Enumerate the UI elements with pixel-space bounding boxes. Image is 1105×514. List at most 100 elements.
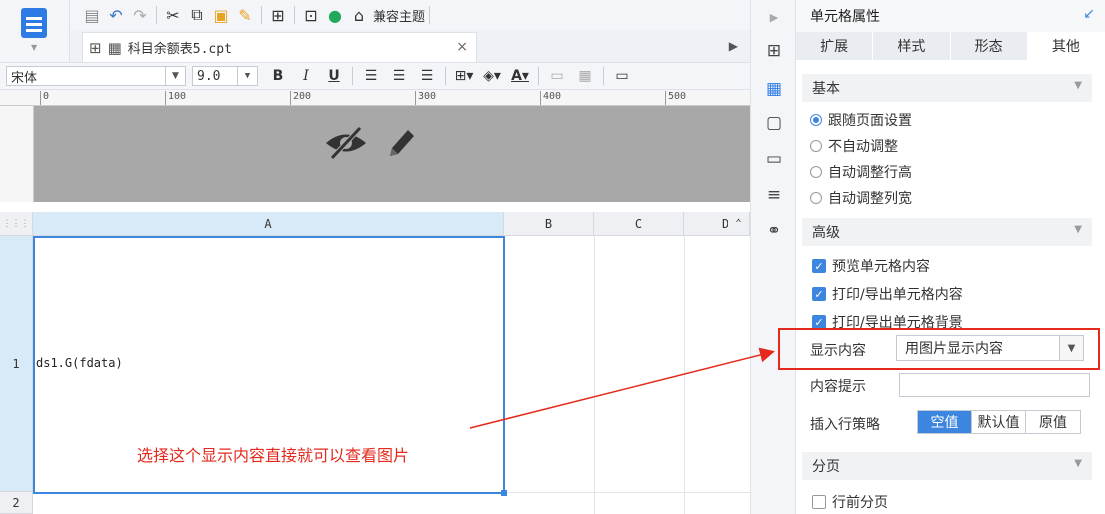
save-icon[interactable]: ▤ bbox=[80, 3, 104, 27]
radio-label: 自动调整列宽 bbox=[828, 191, 912, 207]
check-preview-content[interactable]: ✓ 预览单元格内容 bbox=[812, 256, 930, 276]
section-basic-title: 基本 bbox=[812, 81, 840, 97]
redo-icon[interactable]: ↷ bbox=[128, 3, 152, 27]
radio-label: 不自动调整 bbox=[828, 139, 898, 155]
row-header-1[interactable]: 1 bbox=[0, 236, 33, 492]
paste-icon[interactable]: ▣ bbox=[209, 3, 233, 27]
section-advanced-title: 高级 bbox=[812, 225, 840, 241]
dropdown-widget-icon[interactable]: ▭ bbox=[761, 146, 787, 172]
widget-icon[interactable]: ▢ bbox=[761, 110, 787, 136]
undo-icon[interactable]: ↶ bbox=[104, 3, 128, 27]
radio-auto-col-width[interactable]: 自动调整列宽 bbox=[810, 188, 912, 208]
theme-shirt-icon[interactable]: ⌂ bbox=[347, 3, 371, 27]
fill-color-icon[interactable]: ◈▾ bbox=[480, 65, 504, 87]
check-print-content[interactable]: ✓ 打印/导出单元格内容 bbox=[812, 284, 963, 304]
checkbox-checked-icon: ✓ bbox=[812, 287, 826, 301]
font-family-select[interactable]: 宋体 ▼ bbox=[6, 66, 186, 86]
text-box-icon[interactable]: ⊞ bbox=[266, 3, 290, 27]
tab-menu-icon[interactable]: ▶ bbox=[729, 39, 738, 53]
toolbar-divider bbox=[352, 67, 353, 85]
pin-icon[interactable]: ↙ bbox=[1083, 6, 1095, 22]
align-right-icon[interactable]: ☰ bbox=[415, 65, 439, 87]
align-left-icon[interactable]: ☰ bbox=[359, 65, 383, 87]
toolbar-divider bbox=[445, 67, 446, 85]
annotation-text: 选择这个显示内容直接就可以查看图片 bbox=[137, 446, 410, 465]
edit-pencil-icon[interactable] bbox=[386, 126, 416, 160]
cell-property-panel: 单元格属性 ↙ 扩展 样式 形态 其他 基本 ▼ 跟随页面设置 不自动调整 自动… bbox=[796, 0, 1105, 514]
select-all-corner[interactable]: ⋮⋮⋮ bbox=[0, 212, 33, 236]
underline-button[interactable]: U bbox=[322, 65, 346, 87]
column-header-d[interactable]: D bbox=[684, 212, 734, 236]
chevron-down-icon: ▼ bbox=[1074, 224, 1082, 235]
radio-label: 自动调整行高 bbox=[828, 165, 912, 181]
tab-report-file[interactable]: ⊞ ▦ 科目余额表5.cpt × bbox=[82, 32, 477, 62]
italic-button[interactable]: I bbox=[294, 65, 318, 87]
radio-dot bbox=[810, 114, 822, 126]
checkbox-label: 预览单元格内容 bbox=[832, 259, 930, 275]
radio-follow-page[interactable]: 跟随页面设置 bbox=[810, 110, 912, 130]
border-icon[interactable]: ⊞▾ bbox=[452, 65, 476, 87]
sheet-icon: ⊞ bbox=[89, 38, 102, 57]
collapse-arrow-icon[interactable]: ▶ bbox=[761, 4, 787, 30]
font-color-button[interactable]: A ▾ bbox=[508, 65, 532, 87]
format-toolbar: 宋体 ▼ 9.0 ▼ B I U ☰ ☰ ☰ ⊞▾ ◈▾ A ▾ ▭ ▦ ▭ bbox=[0, 62, 750, 90]
tab-style[interactable]: 样式 bbox=[873, 32, 951, 60]
condition-icon[interactable]: ≡ bbox=[761, 182, 787, 208]
column-header-c[interactable]: C bbox=[594, 212, 684, 236]
compatible-theme-button[interactable]: 兼容主题 bbox=[373, 6, 425, 25]
eye-hidden-icon[interactable] bbox=[324, 126, 368, 160]
check-icon[interactable]: ● bbox=[323, 3, 347, 27]
format-painter-icon[interactable]: ✎ bbox=[233, 3, 257, 27]
cpt-file-icon: ▦ bbox=[107, 38, 122, 57]
radio-no-adjust[interactable]: 不自动调整 bbox=[810, 136, 898, 156]
merge-cells-icon[interactable]: ▭ bbox=[545, 65, 569, 87]
radio-dot bbox=[810, 140, 822, 152]
scroll-up-icon[interactable]: ⌃ bbox=[728, 212, 750, 236]
tab-expand[interactable]: 扩展 bbox=[796, 32, 874, 60]
font-size-select[interactable]: 9.0 ▼ bbox=[192, 66, 258, 86]
checkbox-unchecked-icon bbox=[812, 495, 826, 509]
split-cells-icon[interactable]: ▦ bbox=[573, 65, 597, 87]
cut-icon[interactable]: ✂ bbox=[161, 3, 185, 27]
radio-auto-row-height[interactable]: 自动调整行高 bbox=[810, 162, 912, 182]
toolbar-divider bbox=[538, 67, 539, 85]
toolbar-divider bbox=[156, 6, 157, 24]
app-logo[interactable]: ▼ bbox=[0, 0, 70, 62]
cell-attributes-icon[interactable]: ▦ bbox=[761, 76, 787, 102]
toolbar-divider bbox=[261, 6, 262, 24]
fill-handle[interactable] bbox=[501, 490, 507, 496]
close-tab-icon[interactable]: × bbox=[456, 39, 468, 55]
checkbox-label: 打印/导出单元格内容 bbox=[832, 287, 963, 303]
bold-button[interactable]: B bbox=[266, 65, 290, 87]
row-header-2[interactable]: 2 bbox=[0, 492, 33, 514]
ruler-tick-label: 400 bbox=[543, 91, 562, 102]
ruler-tick-label: 0 bbox=[43, 91, 50, 102]
spreadsheet-grid: ⋮⋮⋮ A B C D ⌃ 1 2 ds1.G(fdata) 选择这个显示内容直… bbox=[0, 212, 750, 514]
policy-default[interactable]: 默认值 bbox=[972, 411, 1026, 433]
tab-form[interactable]: 形态 bbox=[951, 32, 1028, 60]
tab-other[interactable]: 其他 bbox=[1027, 32, 1105, 60]
policy-null[interactable]: 空值 bbox=[918, 411, 972, 433]
radio-dot bbox=[810, 166, 822, 178]
column-header-b[interactable]: B bbox=[504, 212, 594, 236]
chevron-down-icon: ▼ bbox=[1074, 458, 1082, 469]
hyperlink-icon[interactable]: ⚭ bbox=[761, 218, 787, 244]
copy-icon[interactable]: ⧉ bbox=[185, 3, 209, 27]
preview-icon[interactable]: ⊡ bbox=[299, 3, 323, 27]
insert-widget-icon[interactable]: ▭ bbox=[610, 65, 634, 87]
content-tooltip-input[interactable] bbox=[899, 373, 1090, 397]
checkbox-checked-icon: ✓ bbox=[812, 259, 826, 273]
check-page-break-before[interactable]: 行前分页 bbox=[812, 492, 888, 512]
tab-strip: ⊞ ▦ 科目余额表5.cpt × ▶ bbox=[70, 30, 750, 62]
section-paging[interactable]: 分页 ▼ bbox=[802, 452, 1092, 480]
section-basic[interactable]: 基本 ▼ bbox=[802, 74, 1092, 102]
policy-original[interactable]: 原值 bbox=[1026, 411, 1080, 433]
toolbar-divider bbox=[294, 6, 295, 24]
font-family-value: 宋体 bbox=[11, 70, 38, 86]
side-icon-strip: ▶ ⊞ ▦ ▢ ▭ ≡ ⚭ bbox=[750, 0, 796, 514]
align-center-icon[interactable]: ☰ bbox=[387, 65, 411, 87]
toolbar-divider bbox=[429, 6, 431, 24]
cell-element-icon[interactable]: ⊞ bbox=[761, 38, 787, 64]
column-header-a[interactable]: A bbox=[33, 212, 504, 236]
section-advanced[interactable]: 高级 ▼ bbox=[802, 218, 1092, 246]
